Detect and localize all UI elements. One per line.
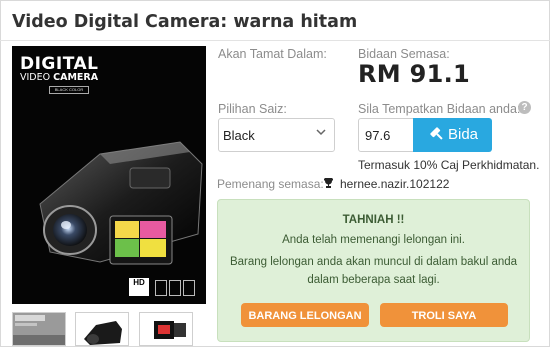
product-main-image[interactable]: DIGITAL VIDEO CAMERA BLACK COLOR HD <box>12 46 206 304</box>
image-subtitle: VIDEO CAMERA <box>20 72 98 83</box>
title-divider <box>0 40 550 41</box>
current-bid-price: RM 91.1 <box>358 60 471 88</box>
bid-amount-input[interactable] <box>358 118 414 152</box>
service-charge-note: Termasuk 10% Caj Perkhidmatan. <box>358 158 540 172</box>
thumbnail-image <box>76 313 128 345</box>
notice-line-1: Anda telah memenangi lelongan ini. <box>282 234 465 246</box>
image-brand-text: DIGITAL <box>20 54 99 74</box>
image-subtitle-bold: CAMERA <box>53 72 99 83</box>
thumbnail-1[interactable] <box>12 312 66 346</box>
gavel-icon <box>430 127 443 140</box>
thumbnail-3[interactable] <box>139 312 193 346</box>
current-bid-label: Bidaan Semasa: <box>358 47 450 61</box>
auction-items-button[interactable]: BARANG LELONGAN <box>241 303 369 327</box>
image-subtitle-light: VIDEO <box>20 72 51 83</box>
bid-button[interactable]: Bida <box>413 118 492 152</box>
product-title: Video Digital Camera: warna hitam <box>12 12 358 32</box>
thumbnail-2[interactable] <box>75 312 129 346</box>
thumbnail-strip <box>12 312 212 347</box>
size-select-value: Black <box>223 128 255 143</box>
help-icon[interactable]: ? <box>518 101 531 114</box>
trophy-icon <box>324 178 333 188</box>
spec-icon <box>155 280 167 296</box>
spec-icon <box>169 280 181 296</box>
place-bid-label: Sila Tempatkan Bidaan anda: <box>358 102 521 116</box>
notice-line-2: Barang lelongan anda akan muncul di dala… <box>229 256 518 268</box>
spec-icon <box>183 280 195 296</box>
size-label: Pilihan Saiz: <box>218 102 287 116</box>
ends-in-label: Akan Tamat Dalam: <box>218 47 327 61</box>
chevron-down-icon <box>316 129 326 136</box>
size-select[interactable]: Black <box>218 118 335 152</box>
notice-title: TAHNIAH !! <box>342 214 405 226</box>
notice-line-3: dalam beberapa saat lagi. <box>307 274 440 286</box>
bid-button-label: Bida <box>448 126 479 143</box>
hd-badge: HD <box>129 278 149 296</box>
thumbnail-image <box>140 313 192 345</box>
winning-notice: TAHNIAH !! Anda telah memenangi lelongan… <box>217 199 530 342</box>
image-color-tag: BLACK COLOR <box>49 86 89 94</box>
thumbnail-image <box>13 313 65 345</box>
camera-illustration <box>39 141 203 265</box>
current-winner-name: hernee.nazir.102122 <box>340 177 450 191</box>
current-winner-label: Pemenang semasa: <box>217 177 324 191</box>
my-cart-button[interactable]: TROLI SAYA <box>380 303 508 327</box>
